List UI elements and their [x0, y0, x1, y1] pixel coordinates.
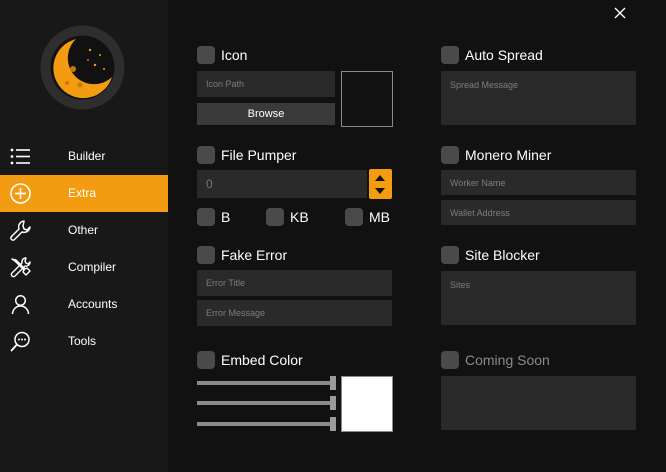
sidebar-item-extra[interactable]: Extra: [0, 175, 168, 212]
icon-preview: [341, 71, 393, 127]
sidebar-item-accounts[interactable]: Accounts: [0, 286, 168, 323]
file-pumper-option[interactable]: File Pumper: [197, 145, 296, 165]
embed-color-label: Embed Color: [221, 352, 303, 368]
sidebar: Builder Extra Other Compiler Accounts To…: [0, 0, 168, 472]
monero-miner-option[interactable]: Monero Miner: [441, 145, 551, 165]
unit-kb-checkbox[interactable]: [266, 208, 284, 226]
site-blocker-label: Site Blocker: [465, 247, 540, 263]
fake-error-option[interactable]: Fake Error: [197, 245, 287, 265]
chat-search-icon: [10, 331, 30, 352]
close-icon[interactable]: [611, 4, 629, 22]
embed-color-option[interactable]: Embed Color: [197, 350, 303, 370]
icon-checkbox[interactable]: [197, 46, 215, 64]
site-blocker-option[interactable]: Site Blocker: [441, 245, 540, 265]
sidebar-item-label: Extra: [68, 186, 97, 200]
file-pumper-label: File Pumper: [221, 147, 297, 163]
unit-b-checkbox[interactable]: [197, 208, 215, 226]
blue-slider[interactable]: [197, 417, 337, 431]
unit-mb-option[interactable]: MB: [345, 207, 390, 227]
coming-soon-box: [441, 376, 636, 430]
sidebar-item-other[interactable]: Other: [0, 212, 168, 249]
unit-b-option[interactable]: B: [197, 207, 230, 227]
auto-spread-checkbox[interactable]: [441, 46, 459, 64]
file-pumper-checkbox[interactable]: [197, 146, 215, 164]
auto-spread-option[interactable]: Auto Spread: [441, 45, 543, 65]
unit-kb-option[interactable]: KB: [266, 207, 309, 227]
coming-soon-option: Coming Soon: [441, 350, 550, 370]
sidebar-item-tools[interactable]: Tools: [0, 323, 168, 360]
site-blocker-checkbox[interactable]: [441, 246, 459, 264]
list-icon: [10, 148, 30, 165]
pump-size-stepper[interactable]: [369, 169, 392, 199]
fake-error-label: Fake Error: [221, 247, 288, 263]
crescent-moon-logo-icon: [40, 25, 125, 110]
sidebar-item-label: Builder: [68, 149, 106, 163]
sites-input[interactable]: [441, 271, 636, 325]
slider-track: [197, 401, 331, 405]
chevron-down-icon[interactable]: [375, 188, 385, 194]
monero-miner-label: Monero Miner: [465, 147, 552, 163]
pump-size-input[interactable]: 0: [197, 170, 367, 198]
browse-button[interactable]: Browse: [197, 103, 335, 125]
monero-miner-checkbox[interactable]: [441, 146, 459, 164]
unit-mb-checkbox[interactable]: [345, 208, 363, 226]
plus-circle-icon: [10, 183, 31, 204]
sidebar-item-builder[interactable]: Builder: [0, 138, 168, 175]
red-slider[interactable]: [197, 376, 337, 390]
sidebar-item-label: Compiler: [68, 260, 117, 274]
fake-error-checkbox[interactable]: [197, 246, 215, 264]
unit-mb-label: MB: [369, 209, 390, 225]
error-message-input[interactable]: [197, 300, 392, 326]
unit-b-label: B: [221, 209, 231, 225]
sidebar-item-label: Other: [68, 223, 99, 237]
green-slider[interactable]: [197, 396, 337, 410]
wallet-address-input[interactable]: [441, 200, 636, 225]
slider-thumb[interactable]: [330, 396, 336, 410]
slider-track: [197, 381, 331, 385]
coming-soon-label: Coming Soon: [465, 352, 550, 368]
unit-kb-label: KB: [290, 209, 309, 225]
worker-name-input[interactable]: [441, 170, 636, 195]
icon-option[interactable]: Icon: [197, 45, 247, 65]
slider-thumb[interactable]: [330, 417, 336, 431]
embed-color-checkbox[interactable]: [197, 351, 215, 369]
wrench-icon: [10, 220, 31, 241]
sidebar-item-label: Tools: [68, 334, 97, 348]
sidebar-item-label: Accounts: [68, 297, 118, 311]
icon-path-input[interactable]: [197, 71, 335, 97]
icon-label: Icon: [221, 47, 248, 63]
error-title-input[interactable]: [197, 270, 392, 296]
user-icon: [11, 294, 30, 315]
sidebar-item-compiler[interactable]: Compiler: [0, 249, 168, 286]
slider-thumb[interactable]: [330, 376, 336, 390]
chevron-up-icon[interactable]: [375, 175, 385, 181]
tools-icon: [10, 257, 31, 278]
spread-message-input[interactable]: [441, 71, 636, 125]
slider-track: [197, 422, 331, 426]
color-preview: [341, 376, 393, 432]
auto-spread-label: Auto Spread: [465, 47, 543, 63]
coming-soon-checkbox: [441, 351, 459, 369]
